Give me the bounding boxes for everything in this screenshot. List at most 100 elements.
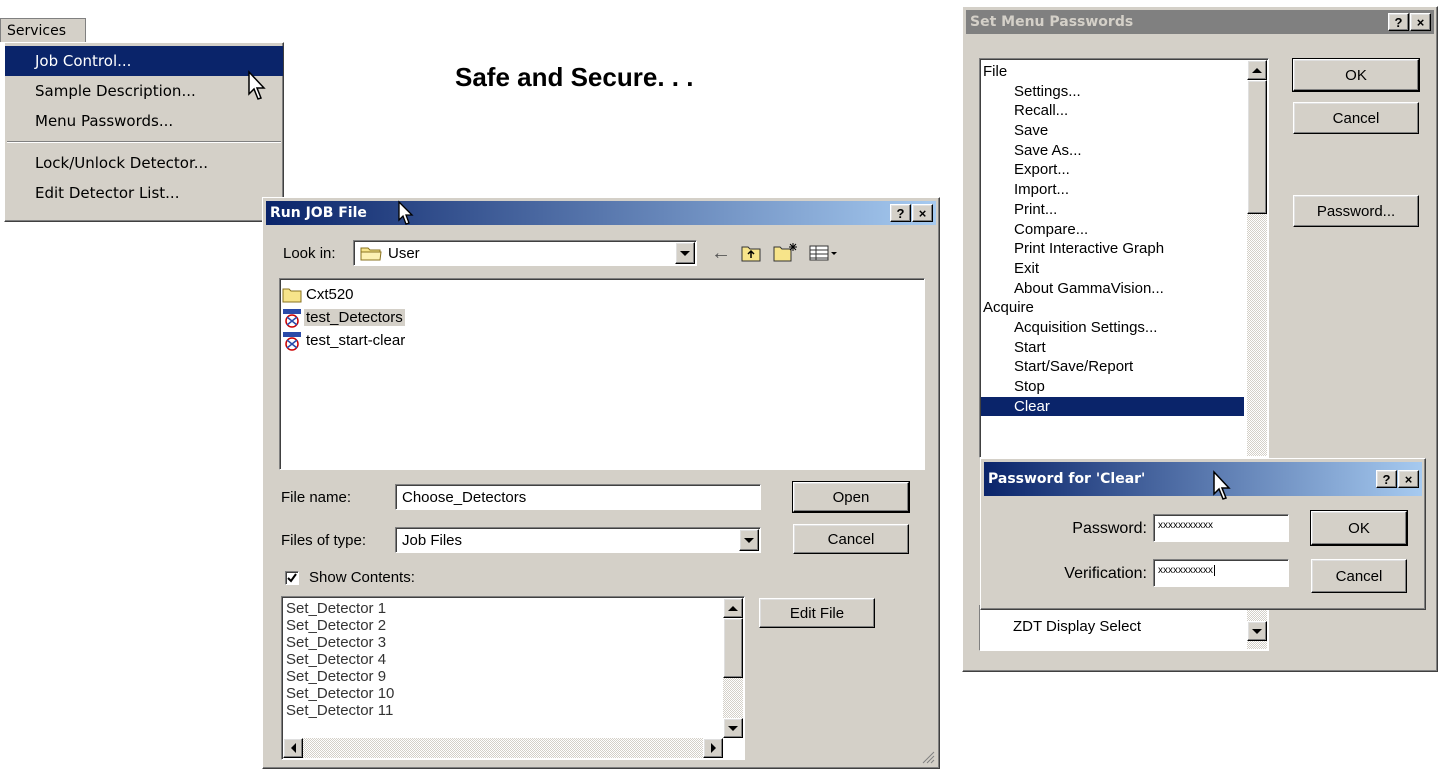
cancel-button[interactable]: Cancel <box>1311 559 1407 593</box>
look-in-combo[interactable]: User <box>353 240 697 266</box>
job-file-icon <box>283 308 301 328</box>
menu-tree-list[interactable]: File Settings... Recall... Save Save As... Ex… <box>979 58 1269 458</box>
mouse-cursor-icon <box>1213 470 1231 500</box>
ok-button[interactable]: OK <box>1292 58 1420 92</box>
cancel-button[interactable]: Cancel <box>793 524 909 554</box>
contents-item[interactable]: Set_Detector 1 <box>286 600 394 617</box>
run-job-dialog: Run JOB File ? × Look in: User ← Cxt520 t… <box>262 197 940 769</box>
password-dialog-titlebar[interactable]: Password for 'Clear' ? × <box>984 462 1422 500</box>
look-in-dropdown-button[interactable] <box>675 242 695 264</box>
help-button[interactable]: ? <box>890 204 911 222</box>
tree-item[interactable]: Stop <box>981 377 1244 397</box>
checkmark-icon <box>287 573 297 583</box>
tree-item-zdt-display-select[interactable]: ZDT Display Select <box>1013 618 1141 635</box>
menu-tree-list-lower[interactable]: ZDT Display Select <box>979 605 1269 651</box>
help-button[interactable]: ? <box>1376 470 1397 488</box>
scroll-right-button[interactable] <box>703 738 723 758</box>
scroll-down-button[interactable] <box>1247 621 1267 641</box>
resize-grip-icon[interactable] <box>921 750 935 764</box>
password-dialog-title: Password for 'Clear' <box>988 471 1146 487</box>
scroll-down-button[interactable] <box>723 718 743 738</box>
contents-item[interactable]: Set_Detector 2 <box>286 617 394 634</box>
tree-item[interactable]: Acquire <box>981 298 1244 318</box>
tree-item[interactable]: Save <box>981 121 1244 141</box>
tree-item[interactable]: About GammaVision... <box>981 279 1244 299</box>
folder-icon <box>282 288 302 302</box>
tree-item[interactable]: Print... <box>981 200 1244 220</box>
password-dialog: Password for 'Clear' ? × Password: xxxxx… <box>980 458 1426 610</box>
menu-separator <box>7 141 281 143</box>
files-of-type-value: Job Files <box>402 532 463 549</box>
menu-item[interactable]: Edit Detector List... <box>5 178 283 208</box>
menu-item[interactable]: Job Control... <box>5 46 283 76</box>
file-name-input[interactable]: Choose_Detectors <box>395 484 761 510</box>
contents-vertical-scrollbar[interactable] <box>723 598 743 738</box>
files-of-type-select[interactable]: Job Files <box>395 527 761 553</box>
contents-list[interactable]: Set_Detector 1 Set_Detector 2 Set_Detector… <box>281 596 745 760</box>
scroll-thumb[interactable] <box>723 618 743 678</box>
verification-input[interactable]: xxxxxxxxxxx <box>1153 559 1289 587</box>
services-menu: Job Control... Sample Description... Menu … <box>4 42 284 222</box>
password-button[interactable]: Password... <box>1293 195 1419 227</box>
contents-item[interactable]: Set_Detector 4 <box>286 651 394 668</box>
services-menu-title[interactable]: Services <box>0 18 86 42</box>
cancel-button[interactable]: Cancel <box>1293 102 1419 134</box>
tree-item[interactable]: Save As... <box>981 141 1244 161</box>
ok-button[interactable]: OK <box>1310 510 1408 546</box>
contents-horizontal-scrollbar[interactable] <box>283 738 723 758</box>
tree-item[interactable]: Acquisition Settings... <box>981 318 1244 338</box>
files-of-type-dropdown-button[interactable] <box>739 529 759 551</box>
scroll-left-button[interactable] <box>283 738 303 758</box>
password-label: Password: <box>1072 520 1147 537</box>
file-list-item[interactable]: Cxt520 <box>282 283 922 306</box>
tree-item[interactable]: Exit <box>981 259 1244 279</box>
edit-file-button[interactable]: Edit File <box>759 598 875 628</box>
file-name: test_Detectors <box>304 309 405 326</box>
contents-item[interactable]: Set_Detector 3 <box>286 634 394 651</box>
file-list[interactable]: Cxt520 test_Detectors test_start-clear <box>279 278 925 470</box>
close-button[interactable]: × <box>1410 13 1431 31</box>
menu-item[interactable]: Sample Description... <box>5 76 283 106</box>
contents-item[interactable]: Set_Detector 10 <box>286 685 394 702</box>
verification-label: Verification: <box>1064 565 1147 582</box>
tree-item[interactable]: Start <box>981 338 1244 358</box>
mouse-cursor-icon <box>398 200 414 225</box>
show-contents-checkbox[interactable] <box>285 571 299 585</box>
up-folder-icon[interactable] <box>741 244 761 262</box>
run-job-titlebar[interactable]: Run JOB File ? × <box>266 200 936 225</box>
contents-item[interactable]: Set_Detector 11 <box>286 702 394 719</box>
tree-item[interactable]: Clear <box>981 396 1244 417</box>
file-name: test_start-clear <box>306 332 406 349</box>
look-in-label: Look in: <box>283 245 336 262</box>
tree-vertical-scrollbar-lower[interactable] <box>1247 605 1267 649</box>
file-list-item[interactable]: test_Detectors <box>282 306 922 329</box>
verification-value: xxxxxxxxxxx <box>1158 565 1213 576</box>
menu-item[interactable]: Menu Passwords... <box>5 106 283 136</box>
open-button[interactable]: Open <box>792 481 910 513</box>
tree-vertical-scrollbar[interactable] <box>1247 60 1267 456</box>
scroll-up-button[interactable] <box>1247 60 1267 80</box>
back-icon[interactable]: ← <box>711 242 731 265</box>
new-folder-icon[interactable] <box>773 242 797 262</box>
set-menu-passwords-titlebar[interactable]: Set Menu Passwords ? × <box>966 10 1434 34</box>
help-button[interactable]: ? <box>1388 13 1409 31</box>
run-job-title: Run JOB File <box>270 205 367 221</box>
file-list-item[interactable]: test_start-clear <box>282 329 922 352</box>
tree-item[interactable]: File <box>981 62 1244 82</box>
tree-item[interactable]: Settings... <box>981 82 1244 102</box>
scroll-up-button[interactable] <box>723 598 743 618</box>
view-menu-icon[interactable] <box>809 244 839 262</box>
tree-item[interactable]: Start/Save/Report <box>981 357 1244 377</box>
close-button[interactable]: × <box>912 204 933 222</box>
tree-item[interactable]: Export... <box>981 160 1244 180</box>
close-button[interactable]: × <box>1398 470 1419 488</box>
contents-item[interactable]: Set_Detector 9 <box>286 668 394 685</box>
tree-item[interactable]: Recall... <box>981 101 1244 121</box>
tree-item[interactable]: Print Interactive Graph <box>981 239 1244 259</box>
headline: Safe and Secure. . . <box>455 62 694 92</box>
scroll-thumb[interactable] <box>1247 80 1267 214</box>
tree-item[interactable]: Import... <box>981 180 1244 200</box>
password-input[interactable]: xxxxxxxxxxx <box>1153 514 1289 542</box>
tree-item[interactable]: Compare... <box>981 220 1244 240</box>
menu-item[interactable]: Lock/Unlock Detector... <box>5 148 283 178</box>
